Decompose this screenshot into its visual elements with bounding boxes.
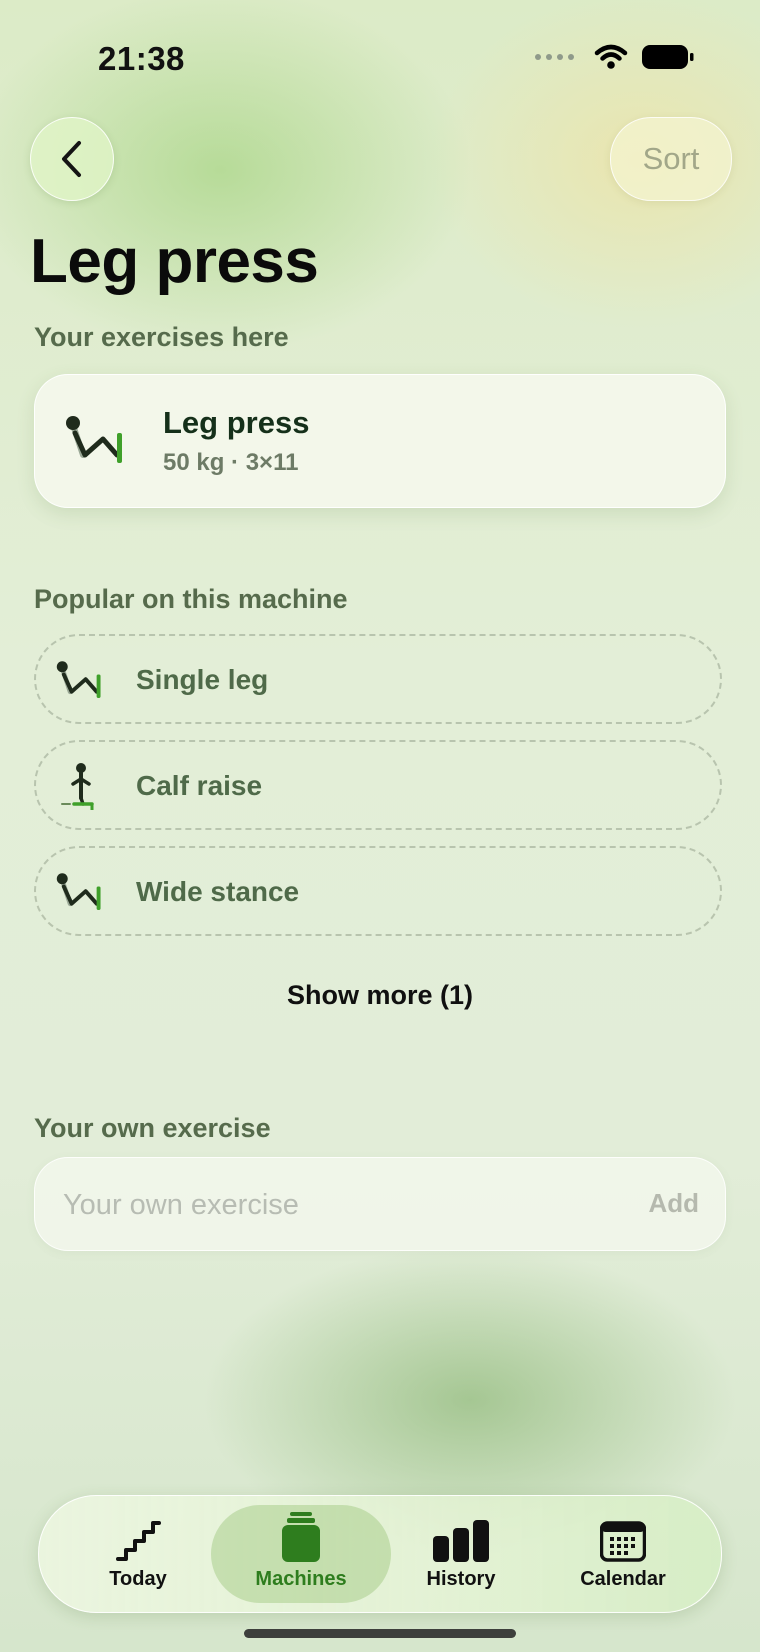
popular-item-label: Wide stance: [136, 876, 300, 907]
status-time: 21:38: [98, 40, 185, 77]
tab-label: Calendar: [580, 1568, 666, 1590]
leg-press-icon: [56, 661, 101, 698]
tab-bar: Today Machines History Calendar: [38, 1495, 722, 1613]
popular-item-wide-stance[interactable]: Wide stance: [34, 846, 722, 936]
sort-button[interactable]: Sort: [610, 117, 732, 201]
tab-label: Machines: [255, 1568, 347, 1590]
wifi-icon: [594, 44, 628, 69]
popular-item-label: Single leg: [136, 664, 269, 695]
popular-item-calf-raise[interactable]: Calf raise: [34, 740, 722, 830]
status-icons: [535, 44, 694, 70]
section-label-own-exercise: Your own exercise: [34, 1113, 271, 1143]
calendar-icon: [600, 1521, 646, 1562]
exercise-name: Leg press: [163, 405, 310, 440]
exercise-card[interactable]: Leg press 50 kg · 3×11: [34, 374, 726, 508]
popular-item-label: Calf raise: [136, 770, 263, 801]
tab-label: Today: [109, 1568, 167, 1590]
own-exercise-field: Add: [34, 1157, 726, 1251]
back-button[interactable]: [30, 117, 114, 201]
tab-history[interactable]: History: [381, 1516, 541, 1591]
machine-weight-icon: [282, 1512, 320, 1562]
leg-press-icon: [66, 416, 122, 463]
leg-press-icon: [56, 873, 101, 910]
tab-label: History: [426, 1568, 496, 1590]
tab-machines[interactable]: Machines: [221, 1512, 381, 1591]
popular-item-single-leg[interactable]: Single leg: [34, 634, 722, 724]
home-indicator: [244, 1629, 516, 1638]
tab-today[interactable]: Today: [58, 1516, 218, 1591]
bar-chart-icon: [433, 1520, 489, 1562]
page-title: Leg press: [30, 227, 319, 296]
chevron-left-icon: [62, 141, 81, 177]
tab-calendar[interactable]: Calendar: [543, 1516, 703, 1591]
signal-dots-icon: [535, 54, 574, 60]
own-exercise-input[interactable]: [61, 1178, 585, 1232]
add-button[interactable]: Add: [648, 1188, 699, 1219]
show-more-button[interactable]: Show more (1): [0, 980, 760, 1011]
calf-raise-icon: [61, 763, 94, 810]
exercise-meta: 50 kg · 3×11: [163, 449, 299, 476]
battery-icon: [642, 45, 694, 69]
stairs-icon: [116, 1521, 161, 1561]
section-label-your-exercises: Your exercises here: [34, 322, 289, 352]
section-label-popular: Popular on this machine: [34, 584, 348, 614]
